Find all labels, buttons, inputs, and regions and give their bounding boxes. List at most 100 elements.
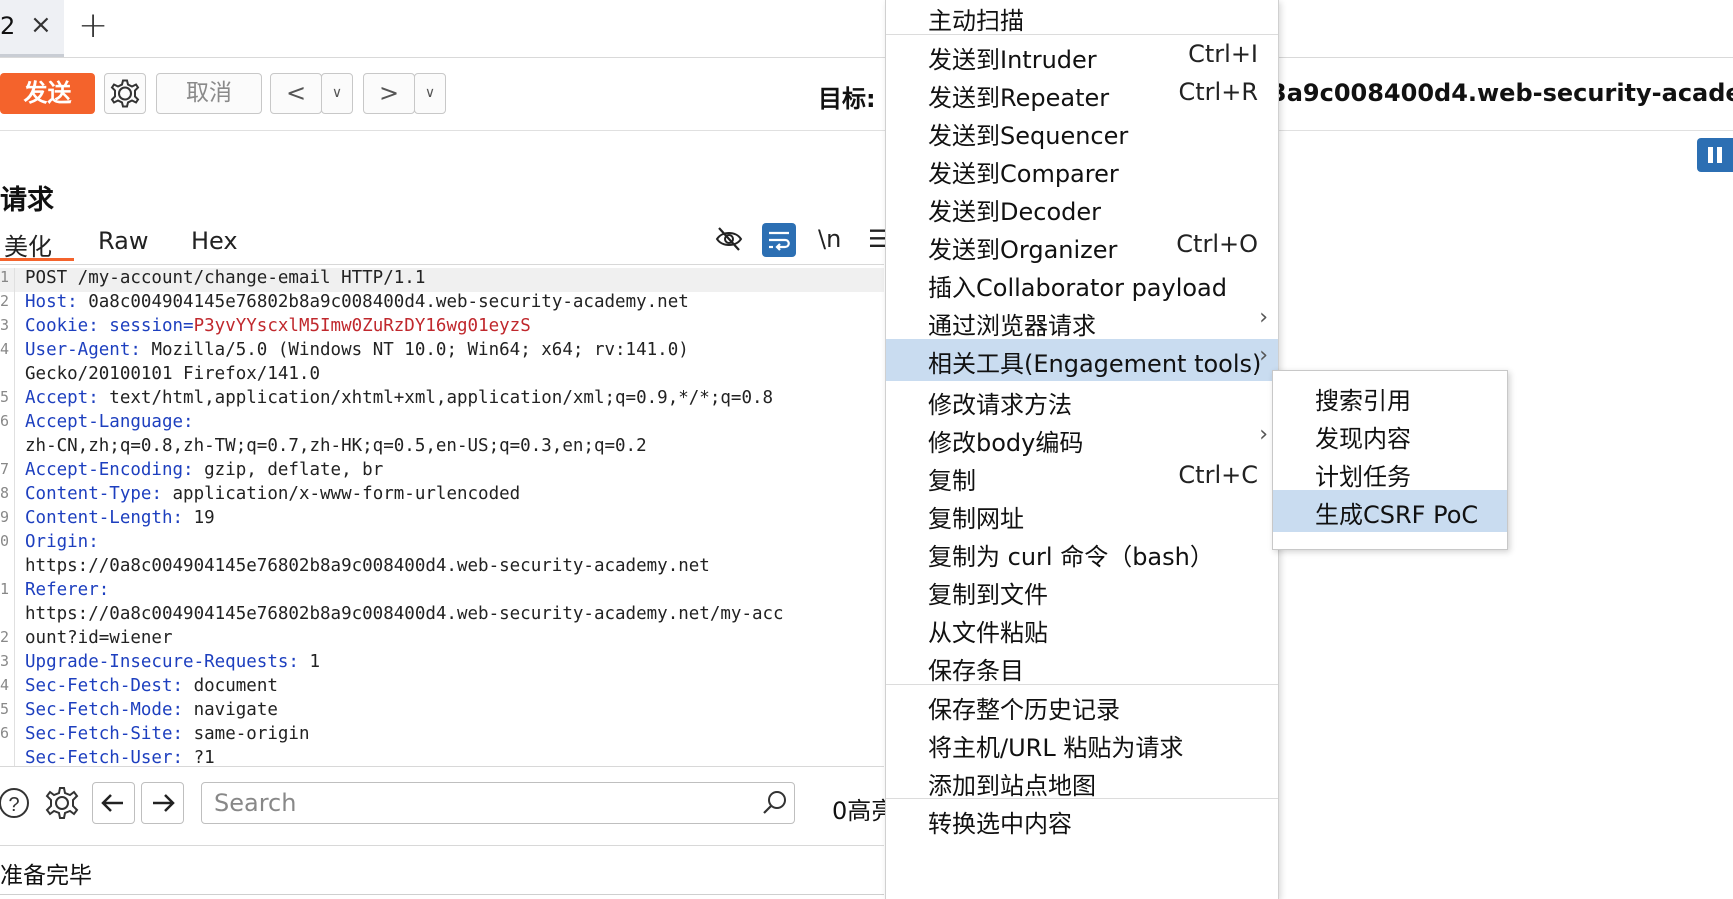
header-name: Sec-Fetch-Site [25,724,173,744]
context-menu-item[interactable]: 发送到Decoder [886,187,1278,229]
new-tab-icon[interactable]: + [78,5,108,46]
close-tab-icon[interactable]: × [30,10,52,40]
context-menu-item[interactable]: 修改请求方法 [886,380,1278,422]
header-colon: : [67,292,78,312]
repeater-tab[interactable]: 2 × [0,0,64,57]
request-line[interactable]: Referer: [25,580,109,604]
context-menu-item[interactable]: 转换选中内容 [886,799,1278,841]
wrap-lines-icon [769,231,790,251]
header-name: Accept-Encoding [25,460,184,480]
tab-hex[interactable]: Hex [191,227,238,255]
hide-nonprintable-icon[interactable] [714,224,744,254]
divider [0,130,1733,131]
line-number: 5 [0,388,10,406]
request-line[interactable]: https://0a8c004904145e76802b8a9c008400d4… [25,556,710,580]
request-line[interactable]: Sec-Fetch-User: ?1 [25,748,215,766]
tab-pretty[interactable]: 美化 [4,227,52,262]
context-menu-item[interactable]: 主动扫描 [886,0,1278,38]
header-value: ?1 [183,748,215,766]
tab-raw[interactable]: Raw [98,227,148,255]
menu-item-label: 从文件粘贴 [928,619,1048,647]
request-line[interactable]: Accept: text/html,application/xhtml+xml,… [25,388,773,412]
request-line[interactable]: Host: 0a8c004904145e76802b8a9c008400d4.w… [25,292,689,316]
header-colon: : [88,532,99,552]
line-number: 6 [0,412,10,430]
request-line[interactable]: Content-Type: application/x-www-form-url… [25,484,520,508]
submenu-item[interactable]: 计划任务 [1273,452,1507,494]
request-line[interactable]: POST /my-account/change-email HTTP/1.1 [25,268,425,292]
context-menu-item[interactable]: 修改body编码 › [886,418,1278,460]
request-line[interactable]: Sec-Fetch-Dest: document [25,676,278,700]
target-label[interactable]: 目标: I [818,79,893,114]
pause-button[interactable] [1697,138,1733,172]
request-line[interactable]: Origin: [25,532,99,556]
context-menu-item[interactable]: 相关工具(Engagement tools) › [886,339,1278,381]
send-button[interactable]: 发送 [0,73,95,114]
header-name: Accept [25,388,89,408]
context-menu-item[interactable]: 发送到Organizer Ctrl+O [886,225,1278,267]
menu-item-label: 通过浏览器请求 [928,312,1096,340]
forward-history-dropdown[interactable]: ∨ [414,73,446,114]
context-menu-item[interactable]: 复制到文件 [886,570,1278,612]
request-line[interactable]: zh-CN,zh;q=0.8,zh-TW;q=0.7,zh-HK;q=0.5,e… [25,436,647,460]
context-menu-item[interactable]: 发送到Comparer [886,149,1278,191]
line-number: 1 [0,580,10,598]
previous-match-button[interactable] [92,782,135,824]
word-wrap-button[interactable] [762,223,796,257]
tab-strip [0,0,1733,58]
context-menu-item[interactable]: 添加到站点地图 [886,761,1278,803]
context-menu-item[interactable]: 保存整个历史记录 [886,685,1278,727]
request-line[interactable]: Sec-Fetch-Site: same-origin [25,724,310,748]
request-line[interactable]: Gecko/20100101 Firefox/141.0 [25,364,320,388]
header-name: Origin [25,532,89,552]
request-line[interactable]: Cookie: session=P3yvYYscxlM5Imw0ZuRzDY16… [25,316,531,340]
context-menu-item[interactable]: 发送到Sequencer [886,111,1278,153]
context-menu-item[interactable]: 通过浏览器请求 › [886,301,1278,343]
context-menu-item[interactable]: 插入Collaborator payload [886,263,1278,305]
back-button[interactable]: < [270,73,322,114]
request-line[interactable]: Content-Length: 19 [25,508,215,532]
header-name: Sec-Fetch-User [25,748,173,766]
forward-button[interactable]: > [363,73,415,114]
request-line[interactable]: Upgrade-Insecure-Requests: 1 [25,652,320,676]
settings-button[interactable] [104,73,146,114]
search-input[interactable] [201,782,795,824]
context-menu-item[interactable]: 复制为 curl 命令（bash） [886,532,1278,574]
request-line[interactable]: Accept-Language: [25,412,194,436]
menu-item-label: 发送到Intruder [928,46,1097,74]
target-host[interactable]: 3a9c008400d4.web-security-academy. [1270,79,1733,107]
back-history-dropdown[interactable]: ∨ [321,73,353,114]
context-menu-item[interactable]: 保存条目 [886,646,1278,688]
svg-text:?: ? [8,794,19,816]
submenu-item[interactable]: 发现内容 [1273,414,1507,456]
menu-item-shortcut: Ctrl+R [1178,78,1259,106]
context-menu-item[interactable]: 将主机/URL 粘贴为请求 [886,723,1278,765]
header-value: POST /my-account/change-email HTTP/1.1 [25,268,426,288]
line-number [0,604,14,628]
request-line[interactable]: Sec-Fetch-Mode: navigate [25,700,278,724]
help-icon[interactable]: ? [0,785,30,821]
show-newlines-button[interactable]: \n [818,225,841,253]
submenu-item-label: 搜索引用 [1315,387,1411,415]
line-number: 2 [0,628,10,646]
header-value: 0a8c004904145e76802b8a9c008400d4.web-sec… [77,292,689,312]
submenu-item[interactable]: 搜索引用 [1273,376,1507,418]
menu-item-shortcut: Ctrl+O [1176,230,1258,258]
request-line[interactable]: Accept-Encoding: gzip, deflate, br [25,460,383,484]
line-number [0,436,14,460]
request-line[interactable]: https://0a8c004904145e76802b8a9c008400d4… [25,604,784,628]
context-menu-item[interactable]: 发送到Repeater Ctrl+R [886,73,1278,115]
request-editor[interactable]: 1 POST /my-account/change-email HTTP/1.1 2… [0,268,884,766]
submenu-item[interactable]: 生成CSRF PoC [1273,490,1507,532]
request-line[interactable]: User-Agent: Mozilla/5.0 (Windows NT 10.0… [25,340,689,364]
header-colon: : [172,676,184,696]
context-menu-item[interactable]: 复制网址 [886,494,1278,536]
context-menu-item[interactable]: 发送到Intruder Ctrl+I [886,35,1278,77]
search-settings-gear-icon[interactable] [42,785,82,821]
context-menu-item[interactable]: 复制 Ctrl+C [886,456,1278,498]
gutter-border [14,268,15,766]
request-line[interactable]: ount?id=wiener [25,628,173,652]
next-match-button[interactable] [141,782,184,824]
context-menu-item[interactable]: 从文件粘贴 [886,608,1278,650]
cancel-button[interactable]: 取消 [156,73,262,114]
